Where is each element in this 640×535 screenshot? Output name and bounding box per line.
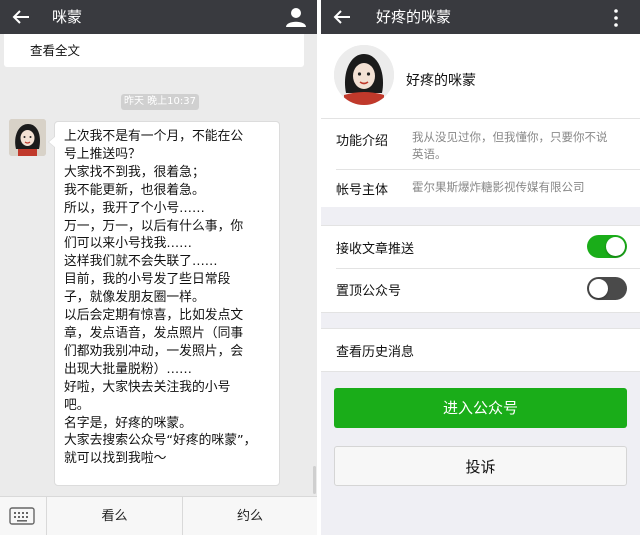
keyboard-icon[interactable] (8, 504, 36, 528)
row-divider (336, 268, 640, 269)
intro-label: 功能介绍 (336, 134, 389, 149)
pin-top-toggle[interactable] (587, 277, 627, 300)
toggle-knob (606, 237, 625, 256)
complain-button[interactable]: 投诉 (334, 446, 627, 486)
message-line: 上次我不是有一个月，不能在公 (64, 129, 244, 144)
back-arrow-icon[interactable] (330, 5, 354, 29)
receive-push-label: 接收文章推送 (336, 242, 415, 257)
message-line: 出现大批量脱粉）…… (64, 361, 192, 377)
avatar-illustration-icon (9, 119, 46, 156)
message-line: 吧。 (64, 397, 90, 413)
message-line: 万一，万一，以后有什么事，你 (64, 218, 244, 234)
custom-menu-bar: 看么 约么 (0, 496, 317, 535)
chat-screen: 咪蒙 查看全文 昨天 晚上10:37 上次我不是有一个月，不能在公 号上推送吗？… (0, 0, 317, 535)
read-full-text-link[interactable]: 查看全文 (30, 40, 80, 59)
profile-header: 好疼的咪蒙 (321, 0, 640, 34)
message-line: 所以，我开了个小号…… (64, 200, 205, 216)
previous-article-card[interactable]: 查看全文 (4, 34, 304, 67)
history-label: 查看历史消息 (336, 345, 415, 360)
scrollbar[interactable] (313, 466, 316, 494)
chat-header: 咪蒙 (0, 0, 317, 34)
settings-toggles: 接收文章推送 置顶公众号 (321, 225, 640, 313)
menu-item-yueme[interactable]: 约么 (183, 497, 317, 535)
message-line: 好啦，大家快去关注我的小号 (64, 379, 231, 395)
message-bubble: 上次我不是有一个月，不能在公 号上推送吗？ 大家找不到我，很着急； 我不能更新，… (48, 121, 280, 486)
intro-value: 我从没见过你，但我懂你，只要你不说 英语。 (412, 129, 608, 163)
avatar-illustration-icon (334, 45, 394, 105)
message-line: 大家去搜索公众号“好疼的咪蒙”， (64, 433, 257, 449)
menu-item-kanme[interactable]: 看么 (47, 497, 182, 535)
pin-top-label: 置顶公众号 (336, 284, 402, 299)
row-divider (336, 169, 640, 170)
avatar[interactable] (9, 119, 46, 156)
back-arrow-icon[interactable] (9, 5, 33, 29)
owner-label: 帐号主体 (336, 183, 389, 198)
message-line: 们都劝我别冲动，一发照片，会 (64, 343, 244, 359)
history-messages-row[interactable]: 查看历史消息 (321, 328, 640, 372)
account-info: 功能介绍 我从没见过你，但我懂你，只要你不说 英语。 帐号主体 霍尔果斯爆炸糖影… (321, 118, 640, 207)
enter-account-button[interactable]: 进入公众号 (334, 388, 627, 428)
toggle-knob (589, 279, 608, 298)
message-line: 号上推送吗？ (64, 146, 141, 162)
message-text: 上次我不是有一个月，不能在公 号上推送吗？ 大家找不到我，很着急； 我不能更新，… (64, 128, 274, 468)
account-header: 好疼的咪蒙 (321, 34, 640, 118)
message-line: 名字是，好疼的咪蒙。 (64, 415, 192, 431)
message-line: 就可以找到我啦～ (64, 451, 167, 467)
owner-value: 霍尔果斯爆炸糖影视传媒有限公司 (412, 180, 585, 194)
profile-title: 好疼的咪蒙 (376, 8, 452, 26)
message-line: 大家找不到我，很着急； (64, 164, 205, 180)
account-avatar[interactable] (334, 45, 394, 105)
account-profile-screen: 好疼的咪蒙 好疼的咪蒙 功能介绍 我从没见过你，但我懂你，只要你不说 英语。 帐… (321, 0, 640, 535)
message-line: 们可以来小号找我…… (64, 236, 192, 252)
intro-line: 我从没见过你，但我懂你，只要你不说 (412, 130, 608, 144)
chat-title: 咪蒙 (52, 8, 83, 26)
account-name: 好疼的咪蒙 (406, 73, 476, 89)
message-line: 这样我们就不会失联了…… (64, 254, 218, 270)
receive-push-toggle[interactable] (587, 235, 627, 258)
profile-icon[interactable] (285, 6, 307, 28)
message-line: 我不能更新，也很着急。 (64, 182, 205, 198)
message-line: 以后会定期有惊喜，比如发点文 (64, 308, 244, 324)
intro-line: 英语。 (412, 147, 447, 161)
more-options-icon[interactable] (612, 8, 620, 28)
message-line: 章，发点语音，发点照片（同事 (64, 325, 244, 341)
message-line: 目前，我的小号发了些日常段 (64, 272, 231, 288)
message-timestamp: 昨天 晚上10:37 (121, 94, 199, 110)
message-line: 子，就像发朋友圈一样。 (64, 290, 205, 306)
